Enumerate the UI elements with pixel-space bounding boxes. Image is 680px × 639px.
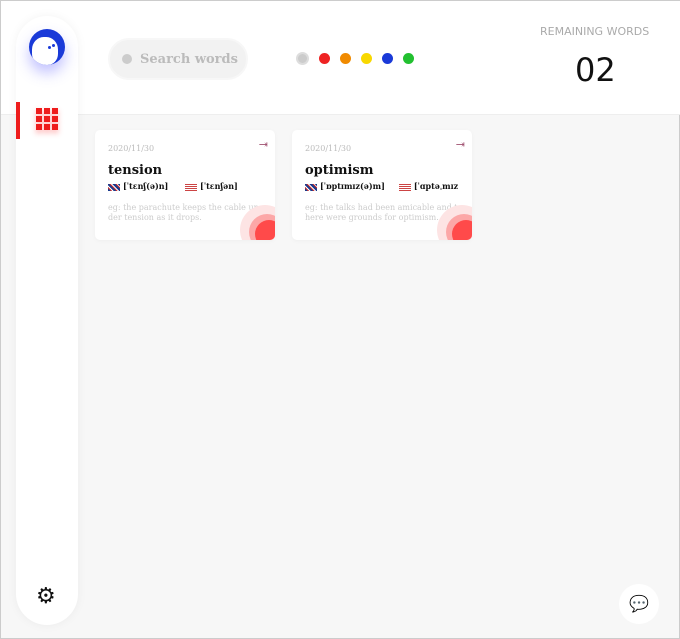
card-example: eg: the parachute keeps the cable under …: [108, 203, 259, 222]
sidebar: ⚙: [16, 16, 78, 625]
us-phonetic: [ˈtɛnʃən]: [200, 181, 238, 191]
word-grid-icon[interactable]: [36, 108, 58, 130]
sign-in-icon[interactable]: ⇥: [456, 138, 465, 151]
card-word: tension: [108, 163, 163, 178]
uk-flag-icon: [108, 183, 120, 191]
phonetics: [ˈtɛnʃ(ə)n] [ˈtɛnʃən]: [108, 181, 238, 191]
color-filters: [296, 52, 414, 65]
cat-logo-icon[interactable]: [29, 29, 65, 65]
color-filter-orange[interactable]: [340, 53, 351, 64]
card-word: optimism: [305, 163, 374, 178]
color-filter-blue[interactable]: [382, 53, 393, 64]
remaining-label: REMAINING WORDS: [540, 25, 650, 38]
search-icon: [122, 54, 132, 64]
phonetics: [ˈɒptɪmɪz(ə)m] [ˈɑptəˌmɪz: [305, 181, 458, 191]
uk-flag-icon: [305, 183, 317, 191]
uk-phonetic: [ˈɒptɪmɪz(ə)m]: [320, 181, 385, 191]
wechat-icon[interactable]: 💬: [619, 584, 659, 624]
color-filter-red[interactable]: [319, 53, 330, 64]
us-flag-icon: [185, 183, 198, 191]
gear-icon[interactable]: ⚙: [36, 586, 56, 608]
search-placeholder: Search words: [140, 51, 238, 67]
active-indicator: [16, 102, 20, 139]
word-card[interactable]: 2020/11/30 ⇥ optimism [ˈɒptɪmɪz(ə)m] [ˈɑ…: [292, 130, 472, 240]
sign-in-icon[interactable]: ⇥: [259, 138, 268, 151]
card-example: eg: the talks had been amicable and ther…: [305, 203, 458, 222]
word-card[interactable]: 2020/11/30 ⇥ tension [ˈtɛnʃ(ə)n] [ˈtɛnʃə…: [95, 130, 275, 240]
card-date: 2020/11/30: [108, 144, 155, 153]
color-filter-gray[interactable]: [296, 52, 309, 65]
color-filter-yellow[interactable]: [361, 53, 372, 64]
us-flag-icon: [398, 183, 411, 191]
uk-phonetic: [ˈtɛnʃ(ə)n]: [123, 181, 169, 191]
remaining-count: 02: [575, 51, 616, 89]
color-filter-green[interactable]: [403, 53, 414, 64]
search-input[interactable]: Search words: [108, 38, 248, 80]
us-phonetic: [ˈɑptəˌmɪz: [413, 181, 459, 191]
card-date: 2020/11/30: [305, 144, 352, 153]
